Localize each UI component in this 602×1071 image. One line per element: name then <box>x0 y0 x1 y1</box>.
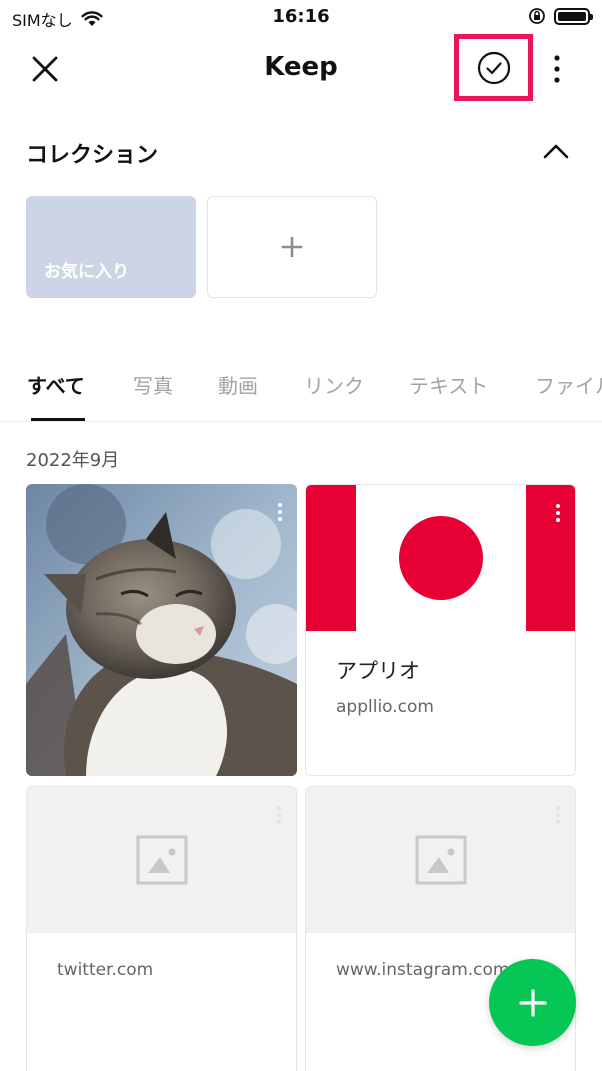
card-menu-icon[interactable] <box>277 502 283 522</box>
select-button[interactable] <box>454 34 533 101</box>
photo-card-cat[interactable] <box>26 484 297 776</box>
cat-photo <box>26 484 297 776</box>
add-button[interactable] <box>489 959 576 1046</box>
plus-icon <box>282 237 302 257</box>
collection-title: コレクション <box>26 143 159 168</box>
status-bar: SIMなし 16:16 <box>0 0 602 34</box>
link-card-appllio[interactable]: アプリオ appllio.com <box>305 484 576 776</box>
link-title: アプリオ <box>336 659 420 683</box>
card-menu-icon[interactable] <box>555 503 561 523</box>
image-placeholder-icon <box>136 835 187 885</box>
orientation-lock-icon <box>529 8 545 24</box>
collection-favorites-label: お気に入り <box>44 262 129 282</box>
nav-bar: Keep <box>0 34 602 104</box>
more-vertical-icon <box>554 55 560 83</box>
appllio-logo <box>306 485 575 631</box>
link-url: www.instagram.com <box>336 960 510 980</box>
clock: 16:16 <box>272 6 330 27</box>
card-menu-icon[interactable] <box>555 805 561 825</box>
add-collection-button[interactable] <box>207 196 377 298</box>
active-tab-indicator <box>31 418 85 421</box>
check-circle-icon <box>477 51 510 84</box>
card-menu-icon[interactable] <box>276 805 282 825</box>
filter-tabs: すべて 写真 動画 リンク テキスト ファイル <box>0 360 602 422</box>
tab-photos[interactable]: 写真 <box>133 370 173 399</box>
status-right <box>528 7 593 25</box>
chevron-up-icon[interactable] <box>540 136 572 168</box>
link-thumbnail <box>306 787 575 933</box>
link-url: twitter.com <box>57 960 154 980</box>
tab-all[interactable]: すべて <box>27 370 85 399</box>
tab-files[interactable]: ファイル <box>535 370 602 399</box>
tab-links[interactable]: リンク <box>304 370 364 399</box>
link-card-twitter[interactable]: twitter.com <box>26 786 297 1071</box>
month-header: 2022年9月 <box>26 450 120 471</box>
battery-icon <box>554 7 593 25</box>
more-button[interactable] <box>545 50 569 88</box>
link-url: appllio.com <box>336 697 434 717</box>
image-placeholder-icon <box>415 835 466 885</box>
tab-text[interactable]: テキスト <box>409 370 488 399</box>
link-thumbnail <box>27 787 296 933</box>
tab-videos[interactable]: 動画 <box>218 370 258 399</box>
plus-icon <box>518 988 547 1017</box>
collection-favorites[interactable]: お気に入り <box>26 196 196 298</box>
